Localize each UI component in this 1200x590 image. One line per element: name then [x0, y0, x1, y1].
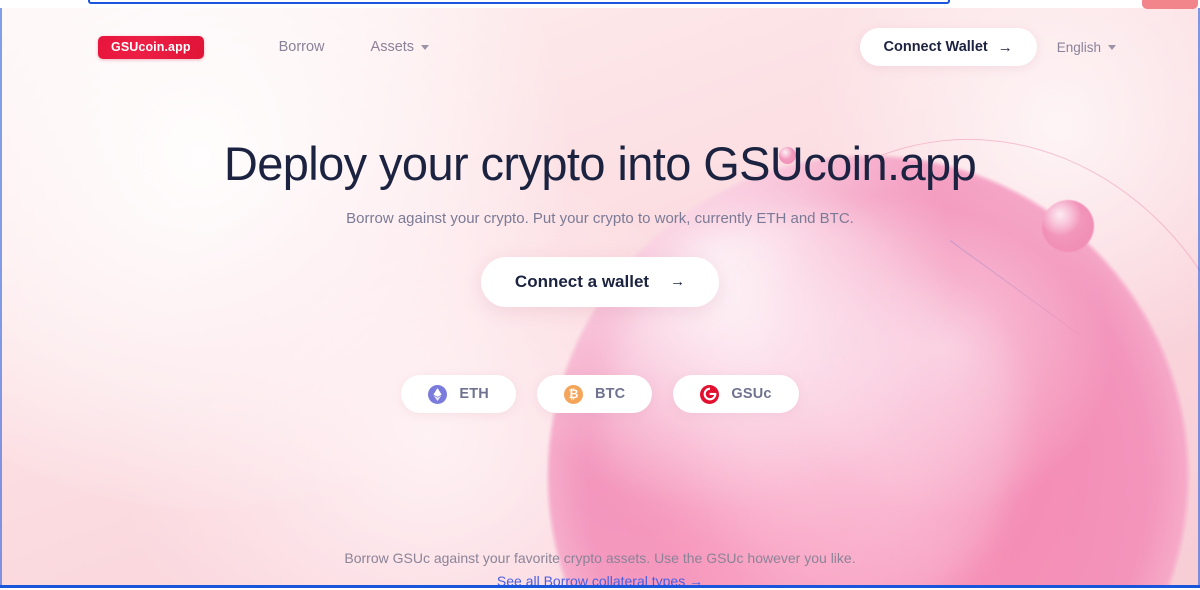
page-canvas: GSUcoin.app Borrow Assets Connect Wallet…	[0, 8, 1200, 585]
connect-a-wallet-button-label: Connect a wallet	[514, 271, 650, 291]
chevron-down-icon	[421, 44, 430, 50]
arrow-right-icon: →	[997, 38, 1013, 56]
nav-item-borrow[interactable]: Borrow	[279, 39, 325, 55]
bitcoin-glyph: ₿	[568, 387, 579, 401]
viewport-left-focus-edge	[0, 8, 2, 585]
browser-focus-ring-bottom	[0, 585, 1200, 590]
footer-note: Borrow GSUc against your favorite crypto…	[344, 550, 856, 566]
bitcoin-icon: ₿	[563, 384, 583, 404]
arrow-right-icon: →	[670, 273, 686, 291]
hero-section: Deploy your crypto into GSUcoin.app Borr…	[0, 137, 1200, 307]
navbar-right-cluster: Connect Wallet → English	[859, 28, 1116, 66]
token-pill-row: ETH ₿ BTC GSUc	[0, 375, 1200, 413]
connect-a-wallet-button[interactable]: Connect a wallet →	[480, 256, 720, 307]
chevron-down-icon	[1108, 44, 1116, 50]
nav-item-assets-label: Assets	[370, 39, 415, 55]
ethereum-icon	[428, 384, 448, 404]
token-pill-gsuc[interactable]: GSUc	[673, 375, 799, 413]
hero-footer: Borrow GSUc against your favorite crypto…	[0, 550, 1200, 585]
nav-links: Borrow Assets	[279, 39, 430, 55]
token-pill-eth[interactable]: ETH	[401, 375, 516, 413]
browser-focus-ring-top	[88, 0, 950, 4]
connect-wallet-button[interactable]: Connect Wallet →	[859, 28, 1037, 66]
see-all-collateral-types-link[interactable]: See all Borrow collateral types →	[497, 573, 703, 585]
nav-item-assets[interactable]: Assets	[371, 39, 430, 55]
gsuc-icon	[700, 384, 720, 404]
browser-top-right-chip	[1142, 0, 1198, 9]
nav-item-borrow-label: Borrow	[278, 39, 325, 55]
connect-wallet-button-label: Connect Wallet	[883, 39, 988, 55]
token-pill-btc[interactable]: ₿ BTC	[536, 375, 653, 413]
hero-subtitle: Borrow against your crypto. Put your cry…	[346, 209, 854, 227]
brand-logo[interactable]: GSUcoin.app	[98, 35, 204, 59]
language-selector-label: English	[1056, 39, 1101, 55]
page-title: Deploy your crypto into GSUcoin.app	[223, 137, 977, 190]
navbar: GSUcoin.app Borrow Assets Connect Wallet…	[0, 8, 1200, 86]
language-selector[interactable]: English	[1057, 40, 1116, 55]
token-pill-btc-label: BTC	[594, 386, 626, 402]
token-pill-gsuc-label: GSUc	[731, 386, 772, 402]
token-pill-eth-label: ETH	[459, 386, 489, 402]
